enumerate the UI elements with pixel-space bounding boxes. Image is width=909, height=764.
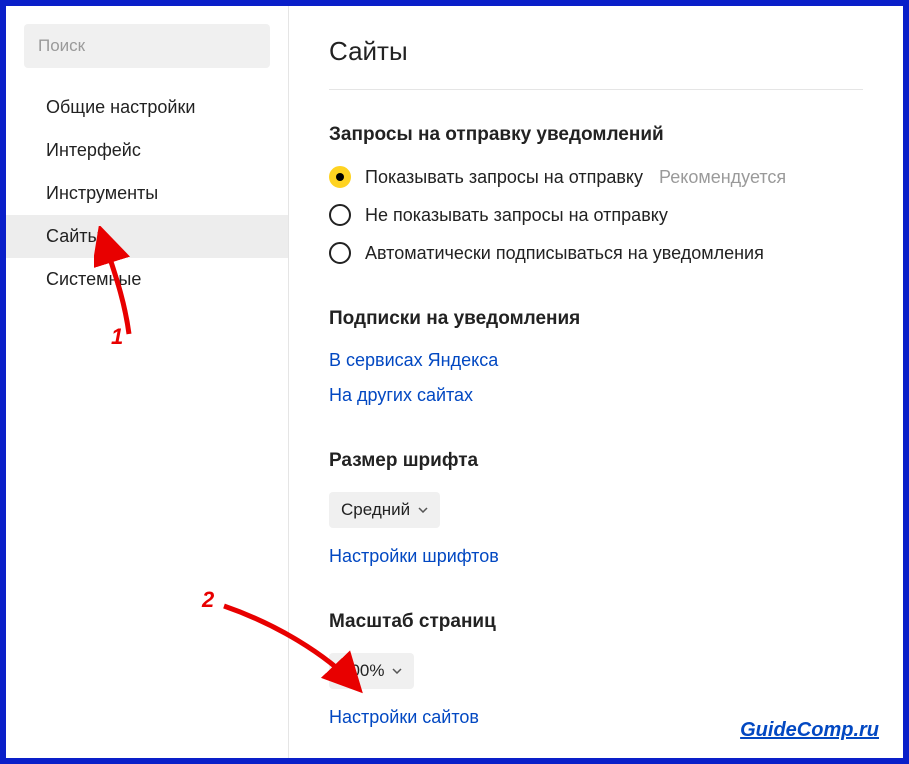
font-size-dropdown[interactable]: Средний — [329, 492, 440, 528]
radio-icon — [329, 166, 351, 188]
radio-label: Показывать запросы на отправку — [365, 167, 643, 188]
sidebar-item-general[interactable]: Общие настройки — [6, 86, 288, 129]
section-page-zoom: Масштаб страниц 100% Настройки сайтов — [329, 611, 863, 728]
radio-icon — [329, 204, 351, 226]
sidebar-item-system[interactable]: Системные — [6, 258, 288, 301]
radio-option-hide[interactable]: Не показывать запросы на отправку — [329, 204, 863, 226]
link-other-sites[interactable]: На других сайтах — [329, 385, 863, 406]
radio-label: Не показывать запросы на отправку — [365, 205, 668, 226]
zoom-dropdown[interactable]: 100% — [329, 653, 414, 689]
sidebar-nav: Общие настройки Интерфейс Инструменты Са… — [6, 86, 288, 301]
settings-window: Общие настройки Интерфейс Инструменты Са… — [0, 0, 909, 764]
page-title: Сайты — [329, 36, 863, 90]
link-yandex-services[interactable]: В сервисах Яндекса — [329, 350, 863, 371]
dropdown-value: 100% — [341, 661, 384, 681]
link-font-settings[interactable]: Настройки шрифтов — [329, 546, 863, 567]
radio-option-show[interactable]: Показывать запросы на отправку Рекоменду… — [329, 166, 863, 188]
radio-icon — [329, 242, 351, 264]
search-input[interactable] — [38, 36, 256, 56]
section-title: Размер шрифта — [329, 450, 863, 472]
settings-sidebar: Общие настройки Интерфейс Инструменты Са… — [6, 6, 289, 758]
sidebar-item-tools[interactable]: Инструменты — [6, 172, 288, 215]
search-box[interactable] — [24, 24, 270, 68]
section-title: Масштаб страниц — [329, 611, 863, 633]
chevron-down-icon — [418, 507, 428, 513]
section-font-size: Размер шрифта Средний Настройки шрифтов — [329, 450, 863, 567]
link-site-settings[interactable]: Настройки сайтов — [329, 707, 863, 728]
chevron-down-icon — [392, 668, 402, 674]
settings-main: Сайты Запросы на отправку уведомлений По… — [289, 6, 903, 758]
radio-option-auto[interactable]: Автоматически подписываться на уведомлен… — [329, 242, 863, 264]
radio-hint: Рекомендуется — [659, 167, 786, 188]
radio-label: Автоматически подписываться на уведомлен… — [365, 243, 764, 264]
sidebar-item-interface[interactable]: Интерфейс — [6, 129, 288, 172]
dropdown-value: Средний — [341, 500, 410, 520]
sidebar-item-sites[interactable]: Сайты — [6, 215, 288, 258]
section-notification-requests: Запросы на отправку уведомлений Показыва… — [329, 124, 863, 264]
section-subscriptions: Подписки на уведомления В сервисах Яндек… — [329, 308, 863, 406]
section-title: Запросы на отправку уведомлений — [329, 124, 863, 146]
section-title: Подписки на уведомления — [329, 308, 863, 330]
